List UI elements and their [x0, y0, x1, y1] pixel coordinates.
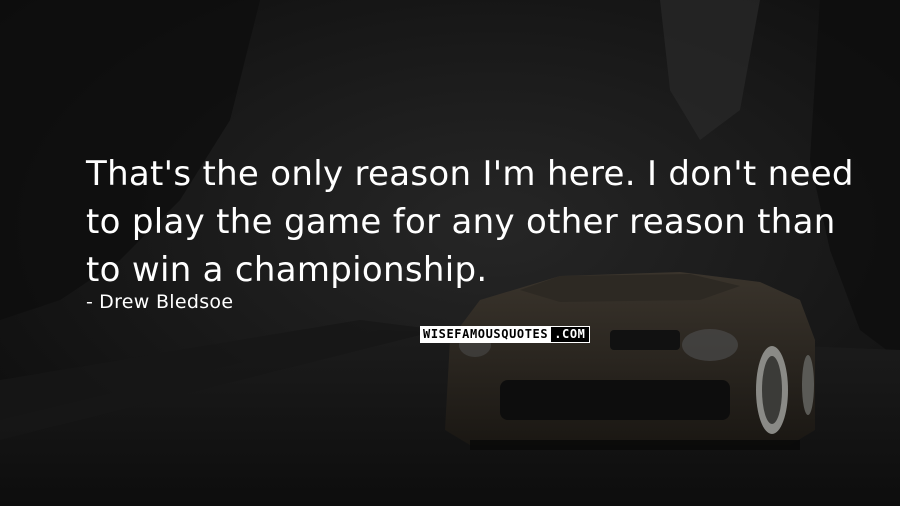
quote-card: That's the only reason I'm here. I don't…: [0, 0, 900, 506]
quote-author: - Drew Bledsoe: [86, 290, 233, 314]
wisefamousquotes-logo[interactable]: WISEFAMOUSQUOTES .COM: [420, 326, 590, 343]
logo-tld-text: .COM: [551, 326, 590, 343]
car-silhouette: [445, 272, 815, 450]
author-dash: -: [86, 291, 94, 313]
logo-main-text: WISEFAMOUSQUOTES: [420, 326, 552, 343]
quote-text: That's the only reason I'm here. I don't…: [86, 154, 854, 290]
author-name: Drew Bledsoe: [99, 291, 234, 313]
